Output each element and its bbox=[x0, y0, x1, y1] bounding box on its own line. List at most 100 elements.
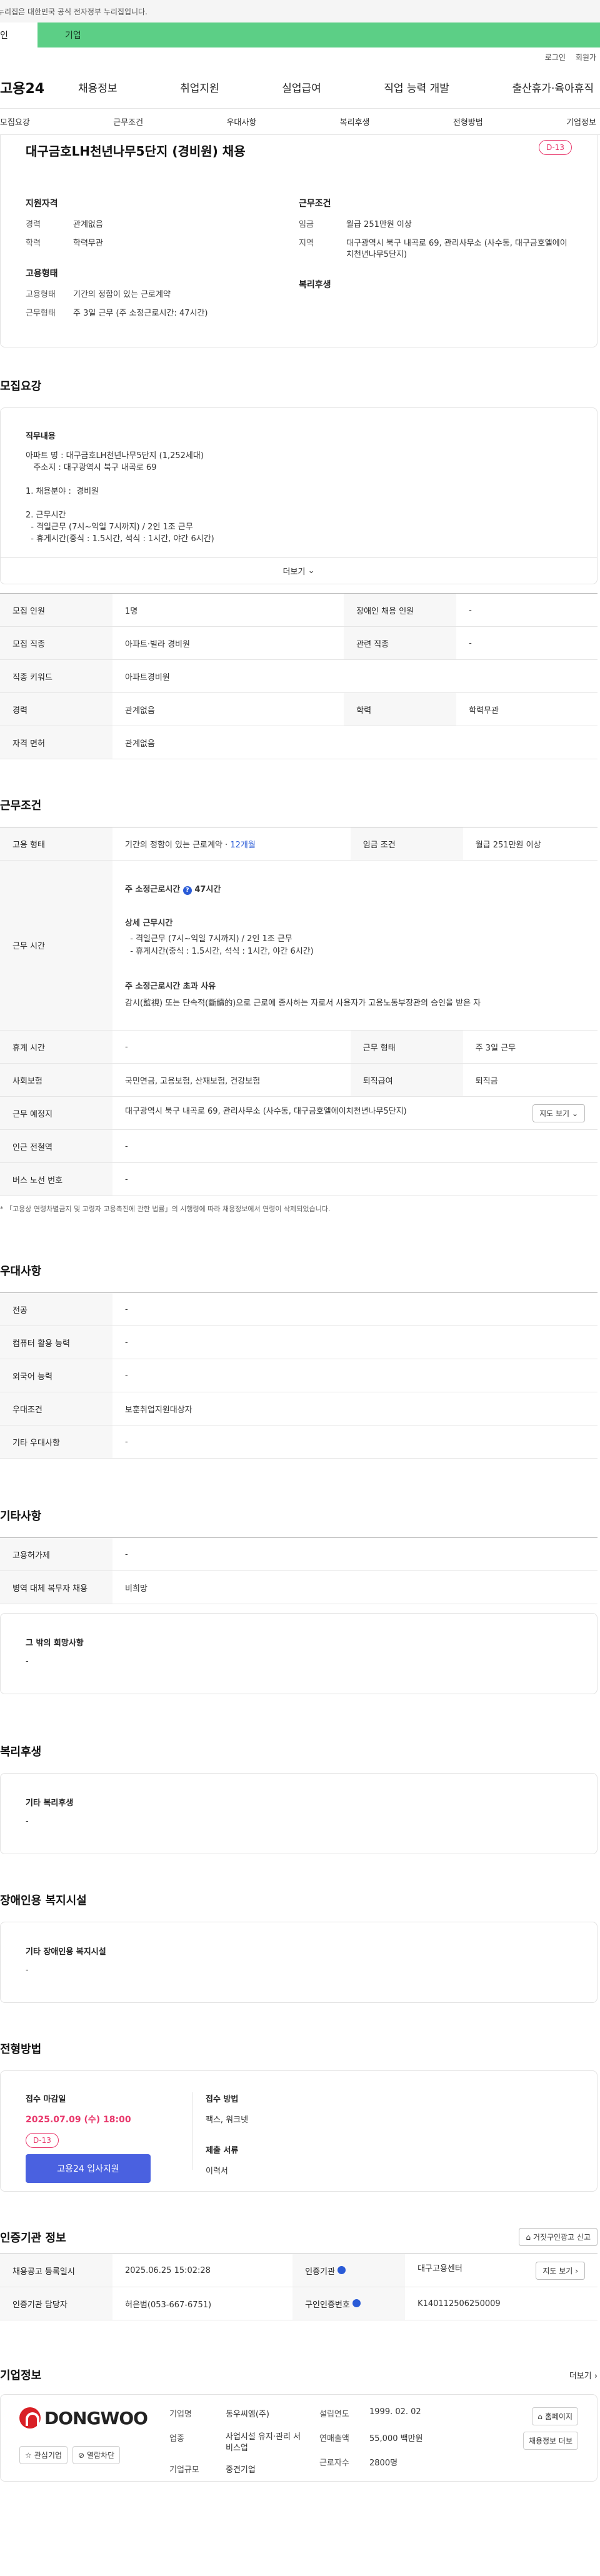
table-cell-label: 휴게 시간 bbox=[0, 1030, 112, 1064]
table-row: 전공 - bbox=[0, 1292, 598, 1326]
info-icon[interactable] bbox=[352, 2299, 361, 2307]
welfare-heading: 복리후생 bbox=[299, 280, 331, 290]
map-view-button[interactable]: 지도 보기 ⌄ bbox=[532, 1104, 585, 1122]
member-type-tabs: 인 기업 bbox=[0, 22, 600, 47]
more-button[interactable]: 더보기 ⌄ bbox=[1, 557, 597, 584]
disabled-facilities-box: 기타 장애인용 복지시설 - bbox=[0, 1922, 598, 2003]
region-value: 대구광역시 북구 내곡로 69, 관리사무소 (사수동, 대구금호엘에이치천년나… bbox=[346, 239, 568, 259]
anchor-work-conditions[interactable]: 근무조건 bbox=[113, 116, 143, 127]
apply-method-label: 접수 방법 bbox=[206, 2095, 239, 2104]
job-description-line bbox=[26, 497, 572, 509]
table-cell-label: 컴퓨터 활용 능력 bbox=[0, 1325, 112, 1359]
company-more-link[interactable]: 더보기 › bbox=[569, 2369, 598, 2381]
table-cell-value: 국민연금, 고용보험, 산재보험, 건강보험 bbox=[112, 1063, 351, 1097]
table-row: 고용허가제 - bbox=[0, 1537, 598, 1571]
gov-banner-text: 누리집은 대한민국 공식 전자정부 누리집입니다. bbox=[0, 7, 148, 16]
block-icon: ⊘ bbox=[78, 2450, 84, 2460]
company-name-label: 기업명 bbox=[169, 2410, 192, 2419]
company-jobs-button[interactable]: 채용정보 더보 bbox=[522, 2432, 578, 2450]
preference-table: 전공 - 컴퓨터 활용 능력 - 외국어 능력 - 우대조건 보훈취업지원대상자 기타 … bbox=[0, 1292, 598, 1459]
work-form-label: 근무형태 bbox=[26, 309, 56, 318]
table-row: 자격 면허 관계없음 bbox=[0, 726, 598, 759]
welfare-box-heading: 기타 복리후생 bbox=[26, 1799, 74, 1808]
report-fake-ad-button[interactable]: ⌂ 거짓구인광고 신고 bbox=[519, 2228, 598, 2246]
industry-value: 사업시설 유지·관리 서비스업 bbox=[226, 2432, 301, 2453]
homepage-label: 홈페이지 bbox=[544, 2412, 572, 2421]
table-cell-label: 자격 면허 bbox=[0, 726, 112, 759]
company-size-label: 기업규모 bbox=[169, 2465, 199, 2475]
table-row: 모집 직종 아파트·빌라 경비원 관련 직종 - bbox=[0, 626, 598, 660]
work-time-detail: 주 소정근로시간 ? 47시간 상세 근무시간 - 격일근무 (7시~익일 7시… bbox=[112, 860, 598, 1031]
disabled-facilities-heading: 기타 장애인용 복지시설 bbox=[26, 1947, 106, 1957]
dday-badge: D-13 bbox=[26, 2133, 59, 2148]
gnb-item-parental-leave[interactable]: 출산휴가·육아휴직 bbox=[512, 79, 594, 95]
block-view-label: 열람차단 bbox=[87, 2451, 115, 2460]
auth-table: 채용공고 등록일시 2025.06.25 15:02:28 인증기관 대구고용센… bbox=[0, 2254, 598, 2320]
section-title-recruit: 모집요강 bbox=[0, 380, 42, 393]
application-box: 접수 마감일 2025.07.09 (수) 18:00 D-13 고용24 입사… bbox=[0, 2070, 598, 2192]
company-jobs-label: 채용정보 더보 bbox=[528, 2437, 572, 2445]
job-description-line: 주소지 : 대구광역시 북구 내곡로 69 bbox=[26, 463, 157, 472]
anchor-company[interactable]: 기업정보 bbox=[566, 116, 596, 127]
join-link[interactable]: 회원가 bbox=[576, 52, 596, 62]
section-title-welfare: 복리후생 bbox=[0, 1745, 42, 1759]
section-title-process: 전형방법 bbox=[0, 2043, 42, 2056]
homepage-button[interactable]: ⌂ 홈페이지 bbox=[532, 2407, 578, 2425]
tab-person[interactable]: 인 bbox=[0, 22, 38, 47]
report-icon: ⌂ bbox=[526, 2233, 531, 2242]
table-cell-label: 인증기관 담당자 bbox=[0, 2287, 112, 2320]
table-cell-label: 경력 bbox=[0, 692, 112, 726]
table-cell-value: - bbox=[112, 1537, 598, 1571]
table-row: 휴게 시간 - 근무 형태 주 3일 근무 bbox=[0, 1030, 598, 1064]
work-place-address: 대구광역시 북구 내곡로 69, 관리사무소 (사수동, 대구금호엘에이치천년나… bbox=[125, 1106, 407, 1116]
other-wishes-box: 그 밖의 희망사항 - bbox=[0, 1613, 598, 1694]
table-cell-value: 주 3일 근무 bbox=[462, 1030, 598, 1064]
favorite-company-button[interactable]: ☆ 관심기업 bbox=[19, 2446, 68, 2464]
chevron-down-icon: ⌄ bbox=[571, 1109, 578, 1118]
company-logo-text: DONGWOO bbox=[44, 2407, 148, 2429]
table-cell-label: 장애인 채용 인원 bbox=[344, 593, 457, 627]
agency-map-label: 지도 보기 bbox=[542, 2266, 573, 2275]
job-title: 대구금호LH천년나무5단지 (경비원) 채용 bbox=[26, 144, 246, 159]
table-cell-label: 근무 형태 bbox=[350, 1030, 463, 1064]
table-row: 고용 형태 기간의 정함이 있는 근로계약 · 12개월 임금 조건 월급 25… bbox=[0, 827, 598, 861]
section-title-preference: 우대사항 bbox=[0, 1265, 42, 1278]
table-row: 모집 인원 1명 장애인 채용 인원 - bbox=[0, 593, 598, 627]
table-cell-label: 직종 키워드 bbox=[0, 659, 112, 693]
job-description-line: 아파트 명 : 대구금호LH천년나무5단지 (1,252세대) bbox=[26, 451, 204, 461]
info-icon[interactable] bbox=[338, 2265, 346, 2274]
table-cell-value: 관계없음 bbox=[112, 726, 598, 759]
anchor-process[interactable]: 전형방법 bbox=[453, 116, 483, 127]
chevron-down-icon: ⌄ bbox=[308, 566, 315, 576]
site-logo[interactable]: 고용24 bbox=[0, 77, 78, 97]
documents-value: 이력서 bbox=[206, 2167, 228, 2176]
table-cell-value: 아파트·빌라 경비원 bbox=[112, 626, 344, 660]
table-row: 컴퓨터 활용 능력 - bbox=[0, 1325, 598, 1359]
table-cell-label: 근무 시간 bbox=[0, 860, 112, 1031]
gnb-item-vocational-training[interactable]: 직업 능력 개발 bbox=[384, 79, 449, 95]
table-cell-label: 임금 조건 bbox=[350, 827, 463, 861]
weekly-hours-value: 47시간 bbox=[194, 885, 221, 894]
login-link[interactable]: 로그인 bbox=[545, 52, 566, 62]
gnb-item-employment-support[interactable]: 취업지원 bbox=[180, 79, 219, 95]
table-row: 채용공고 등록일시 2025.06.25 15:02:28 인증기관 대구고용센… bbox=[0, 2254, 598, 2287]
anchor-recruit[interactable]: 모집요강 bbox=[0, 116, 30, 127]
gnb-item-jobs[interactable]: 채용정보 bbox=[78, 79, 118, 95]
block-view-button[interactable]: ⊘ 열람차단 bbox=[72, 2446, 121, 2464]
info-icon[interactable]: ? bbox=[182, 886, 192, 895]
anchor-welfare[interactable]: 복리후생 bbox=[340, 116, 370, 127]
table-row: 기타 우대사항 - bbox=[0, 1425, 598, 1459]
gnb-item-unemployment-benefit[interactable]: 실업급여 bbox=[282, 79, 321, 95]
table-cell-value: 학력무관 bbox=[456, 692, 598, 726]
table-cell-value: 대구고용센터 지도 보기 › bbox=[405, 2254, 598, 2287]
table-cell-value: - bbox=[112, 1325, 598, 1359]
section-title-disabled-facilities: 장애인용 복지시설 bbox=[0, 1894, 87, 1907]
tab-company[interactable]: 기업 bbox=[38, 22, 600, 47]
auth-agency-label: 인증기관 bbox=[305, 2267, 335, 2277]
agency-map-button[interactable]: 지도 보기 › bbox=[536, 2261, 585, 2280]
apply-button[interactable]: 고용24 입사지원 bbox=[26, 2154, 151, 2183]
anchor-preference[interactable]: 우대사항 bbox=[226, 116, 256, 127]
table-cell-value: 퇴직금 bbox=[462, 1063, 598, 1097]
table-cell-value: 1명 bbox=[112, 593, 344, 627]
table-cell-value: 아파트경비원 bbox=[112, 659, 598, 693]
